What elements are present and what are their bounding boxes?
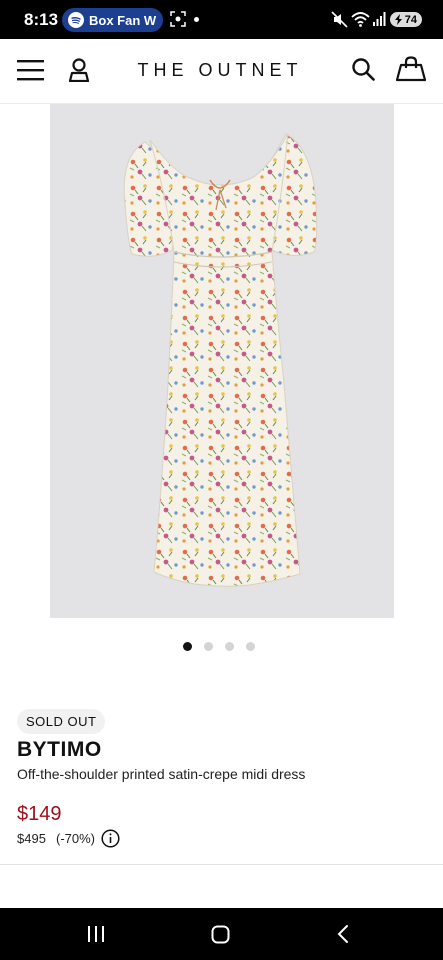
back-icon[interactable] <box>336 924 350 944</box>
carousel-dot-1[interactable] <box>183 642 192 651</box>
battery-indicator: 74 <box>390 12 422 27</box>
info-icon[interactable] <box>101 829 120 848</box>
account-icon[interactable] <box>68 58 90 82</box>
status-bar: 8:13 Box Fan W 74 <box>0 0 443 39</box>
notification-dot <box>194 17 199 22</box>
system-navigation-bar <box>0 908 443 960</box>
product-image[interactable] <box>50 104 394 618</box>
carousel-dots <box>183 642 255 651</box>
mute-icon <box>331 11 348 28</box>
sold-out-badge: SOLD OUT <box>17 709 106 734</box>
home-icon[interactable] <box>211 925 230 944</box>
carousel-dot-3[interactable] <box>225 642 234 651</box>
sale-price: $149 <box>17 803 62 825</box>
charging-bolt-icon <box>395 14 402 25</box>
spotify-now-playing-pill[interactable]: Box Fan W <box>62 8 163 32</box>
status-time: 8:13 <box>24 10 59 29</box>
dress-image <box>123 133 318 587</box>
shopping-bag-icon[interactable] <box>395 56 427 82</box>
carousel-dot-4[interactable] <box>246 642 255 651</box>
product-name: Off-the-shoulder printed satin-crepe mid… <box>17 766 306 782</box>
section-divider <box>0 864 443 865</box>
spotify-track-label: Box Fan W <box>89 12 157 28</box>
screen-record-icon <box>170 11 186 27</box>
recents-icon[interactable] <box>86 925 106 943</box>
battery-level: 74 <box>404 13 417 26</box>
brand-logo[interactable]: THE OUTNET <box>120 60 320 81</box>
signal-icon <box>373 12 386 26</box>
original-price: $495 <box>17 831 46 846</box>
menu-icon[interactable] <box>17 59 44 81</box>
discount-percentage: (-70%) <box>56 831 96 846</box>
search-icon[interactable] <box>351 57 375 81</box>
wifi-icon <box>351 12 370 27</box>
spotify-icon <box>68 12 84 28</box>
site-header: THE OUTNET <box>0 39 443 104</box>
product-brand[interactable]: BYTIMO <box>17 738 102 762</box>
carousel-dot-2[interactable] <box>204 642 213 651</box>
